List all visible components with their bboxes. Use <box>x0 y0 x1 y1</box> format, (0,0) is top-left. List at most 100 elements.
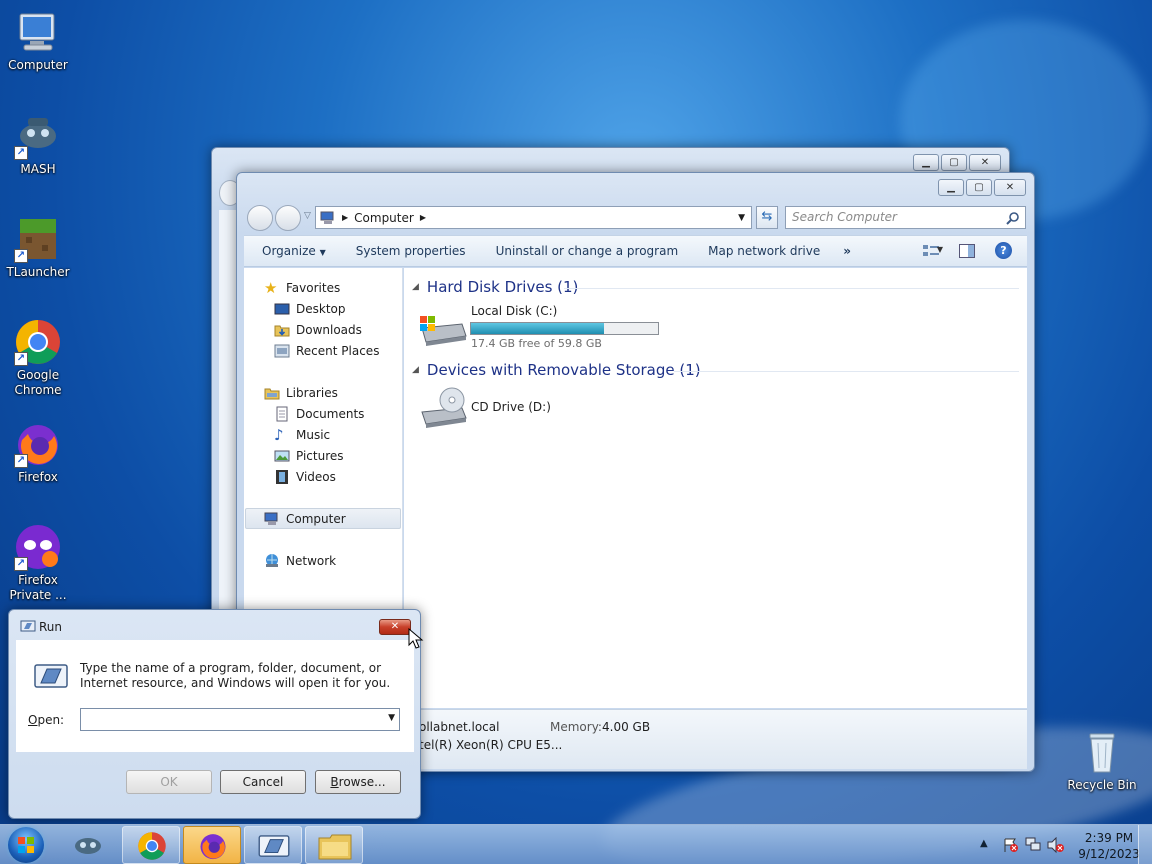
taskbar-firefox[interactable] <box>183 826 241 864</box>
shortcut-arrow-icon: ↗ <box>14 557 28 571</box>
firefox-icon: ↗ <box>14 420 62 468</box>
ok-button[interactable]: OK <box>126 770 212 794</box>
cancel-button[interactable]: Cancel <box>220 770 306 794</box>
disk-usage-bar <box>470 322 659 335</box>
desktop-icon-computer[interactable]: Computer <box>0 8 76 73</box>
search-input[interactable]: Search Computer <box>785 206 1026 229</box>
taskbar-run[interactable] <box>244 826 302 864</box>
details-domain: ollabnet.local <box>419 720 500 734</box>
preview-pane-icon[interactable] <box>959 244 975 261</box>
nav-desktop[interactable]: Desktop <box>274 299 346 319</box>
firefox-private-icon: ↗ <box>14 523 62 571</box>
nav-computer[interactable]: Computer <box>264 509 346 529</box>
system-properties-button[interactable]: System properties <box>341 244 481 258</box>
close-button[interactable]: ✕ <box>994 179 1026 196</box>
action-center-flag-icon[interactable] <box>1003 837 1019 853</box>
uninstall-program-button[interactable]: Uninstall or change a program <box>481 244 694 258</box>
drive-local-disk[interactable]: Local Disk (C:) 17.4 GB free of 59.8 GB <box>418 304 678 354</box>
open-label: Open: <box>28 713 65 727</box>
maximize-button[interactable]: ▢ <box>941 154 967 171</box>
desktop-icon-tlauncher[interactable]: ↗ TLauncher <box>0 215 76 280</box>
address-bar[interactable]: ▶ Computer ▶ ▼ <box>315 206 752 229</box>
desktop-icon-chrome[interactable]: ↗ Google Chrome <box>0 318 76 398</box>
open-dropdown-icon[interactable]: ▼ <box>388 713 395 723</box>
taskbar: ▲ 2:39 PM 9/12/2023 <box>0 824 1152 864</box>
nav-downloads[interactable]: Downloads <box>274 320 362 340</box>
nav-favorites[interactable]: ★ Favorites <box>264 278 340 298</box>
help-icon[interactable]: ? <box>995 242 1012 259</box>
window-caption-buttons: ▁ ▢ ✕ <box>938 179 1026 196</box>
recent-pages-chevron-icon[interactable]: ▽ <box>304 211 311 221</box>
group-header-hard-disks[interactable]: ◢ Hard Disk Drives (1) <box>412 278 578 296</box>
drive-free-space: 17.4 GB free of 59.8 GB <box>471 337 602 350</box>
desktop-icon-firefox-private[interactable]: ↗ Firefox Private ... <box>0 523 76 603</box>
taskbar-explorer[interactable] <box>305 826 363 864</box>
map-network-drive-button[interactable]: Map network drive <box>693 244 835 258</box>
show-desktop-button[interactable] <box>1138 825 1152 864</box>
downloads-icon <box>274 325 290 337</box>
desktop-icon-recycle-bin[interactable]: Recycle Bin <box>1064 728 1140 793</box>
browse-button[interactable]: Browse... <box>315 770 401 794</box>
desktop-icon-mash[interactable]: ↗ MASH <box>0 112 76 177</box>
cd-drive-icon <box>421 387 467 428</box>
clock[interactable]: 2:39 PM 9/12/2023 <box>1074 830 1144 862</box>
desktop-icon-label: Firefox Private ... <box>9 573 67 602</box>
run-dialog[interactable]: Run ✕ Type the name of a program, folder… <box>8 609 421 819</box>
videos-icon <box>276 470 288 484</box>
shortcut-arrow-icon: ↗ <box>14 454 28 468</box>
computer-icon <box>14 8 62 56</box>
show-hidden-icons-icon[interactable]: ▲ <box>980 838 988 849</box>
pictures-icon <box>274 450 290 462</box>
taskbar-chrome[interactable] <box>122 826 180 864</box>
shortcut-arrow-icon: ↗ <box>14 146 28 160</box>
network-tray-icon[interactable] <box>1025 837 1041 853</box>
mash-icon: ↗ <box>14 112 62 160</box>
recent-places-icon <box>274 344 290 358</box>
more-commands-button[interactable]: » <box>835 244 866 258</box>
nav-network[interactable]: Network <box>264 551 336 571</box>
breadcrumb-separator-icon[interactable]: ▶ <box>420 213 426 222</box>
computer-small-icon <box>264 512 278 525</box>
close-button[interactable]: ✕ <box>379 619 411 635</box>
minimize-button[interactable]: ▁ <box>913 154 939 171</box>
start-button[interactable] <box>4 825 48 864</box>
nav-documents[interactable]: Documents <box>274 404 364 424</box>
clock-time: 2:39 PM <box>1084 831 1134 845</box>
minimize-button[interactable]: ▁ <box>938 179 964 196</box>
forward-button[interactable] <box>275 205 301 231</box>
nav-libraries[interactable]: Libraries <box>264 383 338 403</box>
search-icon[interactable] <box>1006 211 1020 225</box>
desktop-icon-firefox[interactable]: ↗ Firefox <box>0 420 76 485</box>
documents-icon <box>276 406 288 422</box>
maximize-button[interactable]: ▢ <box>966 179 992 196</box>
mouse-cursor-icon <box>408 628 424 649</box>
desktop-icon-label: Recycle Bin <box>1067 778 1137 792</box>
chrome-icon: ↗ <box>14 318 62 366</box>
disk-usage-fill <box>471 323 604 334</box>
content-pane: ◢ Hard Disk Drives (1) Local Disk (C:) 17… <box>404 268 1027 708</box>
refresh-button[interactable]: ⇆ <box>756 206 778 229</box>
run-icon <box>34 664 68 688</box>
clock-date: 9/12/2023 <box>1078 847 1140 861</box>
run-icon <box>258 835 290 857</box>
organize-menu[interactable]: Organize ▼ <box>244 244 341 258</box>
folder-icon <box>318 834 352 860</box>
nav-pictures[interactable]: Pictures <box>274 446 344 466</box>
open-input[interactable]: ▼ <box>80 708 400 731</box>
nav-music[interactable]: ♪ Music <box>274 425 330 445</box>
back-button[interactable] <box>247 205 273 231</box>
close-button[interactable]: ✕ <box>969 154 1001 171</box>
breadcrumb-computer[interactable]: Computer <box>354 211 414 225</box>
nav-videos[interactable]: Videos <box>274 467 336 487</box>
drive-cd[interactable]: CD Drive (D:) <box>418 386 618 436</box>
nav-recent-places[interactable]: Recent Places <box>274 341 379 361</box>
desktop-icon-label: Computer <box>8 58 68 72</box>
recycle-bin-icon <box>1078 728 1126 776</box>
chrome-icon <box>138 832 166 860</box>
drive-name: CD Drive (D:) <box>471 400 551 414</box>
taskbar-mash-icon[interactable] <box>72 833 104 860</box>
group-header-removable[interactable]: ◢ Devices with Removable Storage (1) <box>412 361 701 379</box>
view-dropdown-icon[interactable]: ▼ <box>937 245 943 254</box>
address-dropdown-icon[interactable]: ▼ <box>738 213 745 223</box>
volume-muted-icon[interactable] <box>1047 837 1065 853</box>
